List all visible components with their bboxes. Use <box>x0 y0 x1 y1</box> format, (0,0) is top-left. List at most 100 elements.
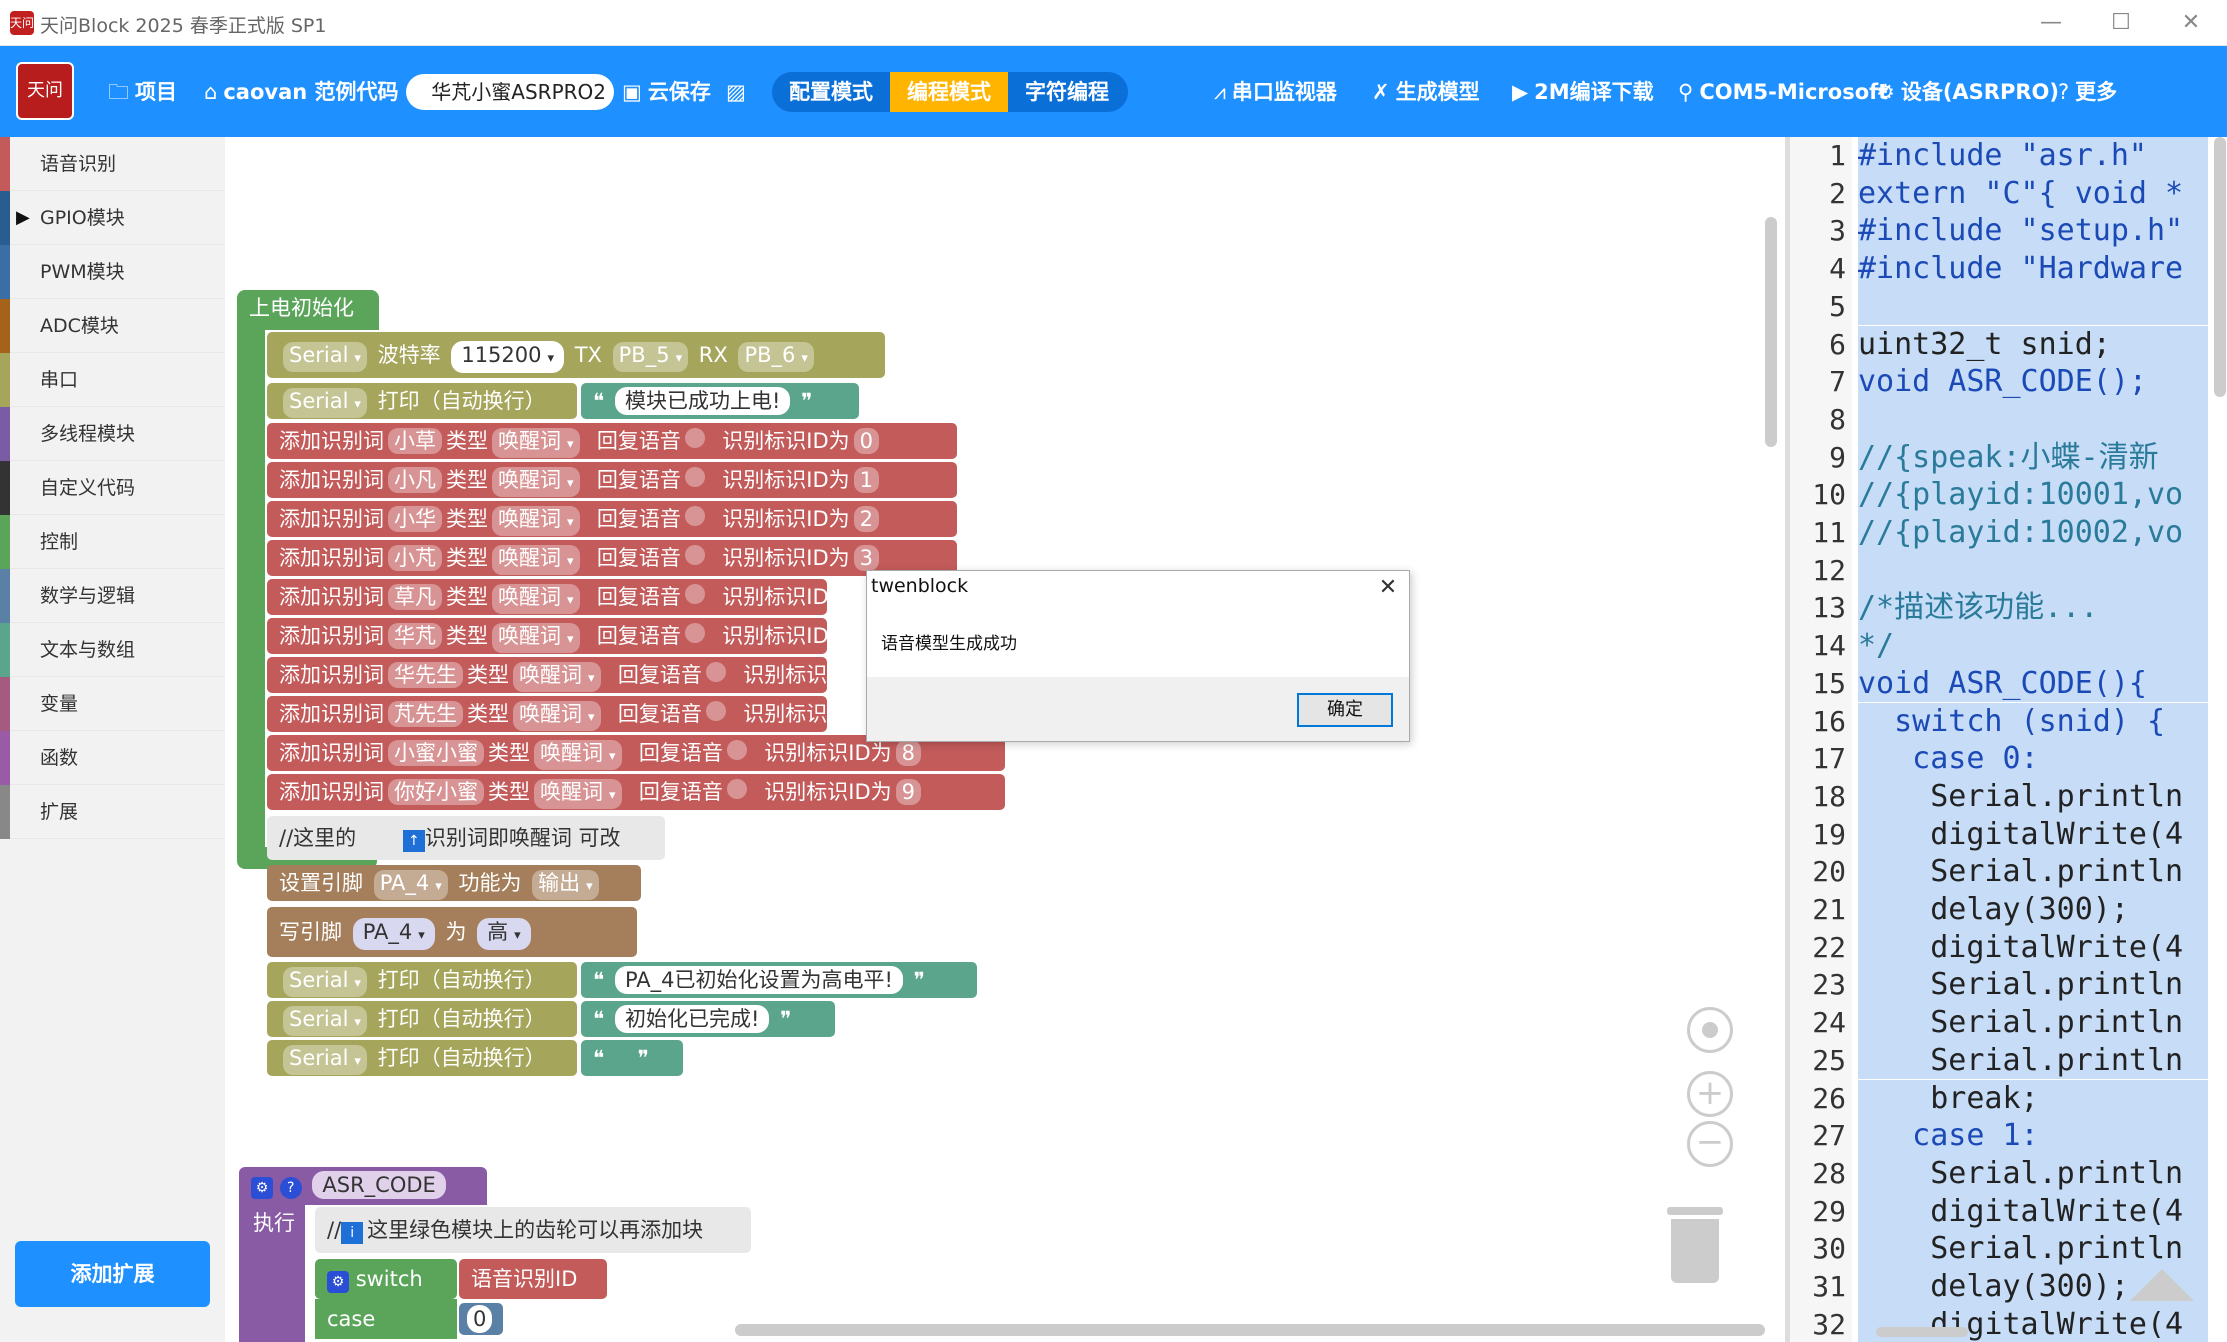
word-field[interactable]: 华先生 <box>388 662 463 688</box>
add-word-block[interactable]: 添加识别词 小芃 类型 唤醒词 ▾ 回复语音 识别标识ID为 3 <box>267 540 957 576</box>
asr-code-function-block[interactable]: ⚙ ? ASR_CODE <box>239 1167 487 1205</box>
type-dropdown[interactable]: 唤醒词 ▾ <box>492 584 580 614</box>
code-line[interactable]: case 0: <box>1858 740 2208 778</box>
code-line[interactable] <box>1858 551 2208 590</box>
maximize-button[interactable]: ☐ <box>2096 6 2146 40</box>
write-pin-block[interactable]: 写引脚 PA_4 ▾ 为 高 ▾ <box>267 907 637 957</box>
id-field[interactable]: 1 <box>853 467 879 493</box>
reply-field[interactable] <box>684 467 705 487</box>
add-word-block[interactable]: 添加识别词芃先生类型唤醒词▾ 回复语音 识别标识ID为7 <box>267 696 900 732</box>
sidebar-item-10[interactable]: 变量 <box>0 677 225 731</box>
id-field[interactable]: 3 <box>853 545 879 571</box>
recenter-icon[interactable] <box>1687 1007 1733 1053</box>
code-line[interactable]: #include "Hardware <box>1858 250 2208 288</box>
id-field[interactable]: 0 <box>853 428 879 454</box>
add-word-block[interactable]: 添加识别词 你好小蜜 类型 唤醒词 ▾ 回复语音 识别标识ID为 9 <box>267 774 1005 810</box>
generate-model-button[interactable]: ✗ 生成模型 <box>1372 72 1480 112</box>
code-line[interactable]: //{speak:小蝶-清新 <box>1858 438 2208 477</box>
reply-field[interactable] <box>705 701 726 721</box>
add-word-block[interactable]: 添加识别词草凡类型唤醒词▾ 回复语音 识别标识ID为4 <box>267 579 879 615</box>
gear-icon[interactable]: ⚙ <box>327 1271 349 1293</box>
case-value[interactable]: 0 <box>467 1305 493 1333</box>
rx-dropdown[interactable]: PB_6 ▾ <box>738 342 814 372</box>
dialog-ok-button[interactable]: 确定 <box>1297 693 1393 727</box>
add-word-block[interactable]: 添加识别词 小草 类型 唤醒词 ▾ 回复语音 识别标识ID为 0 <box>267 423 957 459</box>
type-dropdown[interactable]: 唤醒词 ▾ <box>513 701 601 731</box>
sidebar-item-11[interactable]: 函数 <box>0 731 225 785</box>
word-field[interactable]: 小草 <box>388 428 442 454</box>
reply-field[interactable] <box>684 623 705 643</box>
project-menu-button[interactable]: 🗀 项目 <box>108 72 177 112</box>
mode-config[interactable]: 配置模式 <box>772 72 890 112</box>
baud-dropdown[interactable]: 115200 ▾ <box>451 341 565 373</box>
code-line[interactable]: case 1: <box>1858 1117 2208 1155</box>
dialog-close-button[interactable]: ✕ <box>1371 573 1405 603</box>
type-dropdown[interactable]: 唤醒词 ▾ <box>492 467 580 497</box>
id-field[interactable]: 2 <box>853 506 879 532</box>
text-value[interactable]: 初始化已完成! <box>614 1005 770 1033</box>
sidebar-item-5[interactable]: 多线程模块 <box>0 407 225 461</box>
example-code-button[interactable]: ⌂ caovan 范例代码 <box>204 72 399 112</box>
reply-field[interactable] <box>726 740 747 760</box>
asr-id-block[interactable]: 语音识别ID <box>459 1259 607 1299</box>
code-line[interactable]: Serial.println <box>1858 966 2208 1005</box>
code-line[interactable] <box>1858 400 2208 439</box>
code-line[interactable]: extern "C"{ void * <box>1858 174 2208 213</box>
sidebar-item-12[interactable]: 扩展 <box>0 785 225 839</box>
reply-field[interactable] <box>684 506 705 526</box>
switch-block[interactable]: ⚙ switch <box>315 1259 457 1299</box>
code-line[interactable]: uint32_t snid; <box>1858 325 2208 364</box>
trash-icon[interactable] <box>1667 1207 1723 1283</box>
sidebar-item-2[interactable]: PWM模块 <box>0 245 225 299</box>
setup-hat-block[interactable]: 上电初始化 <box>237 290 379 330</box>
level-dropdown[interactable]: 高 ▾ <box>477 918 531 950</box>
word-field[interactable]: 小华 <box>388 506 442 532</box>
comment-block[interactable]: //这里的 ↑ 识别词即唤醒词 可改 <box>267 816 665 860</box>
word-field[interactable]: 你好小蜜 <box>388 779 484 805</box>
code-line[interactable]: //{playid:10001,vo <box>1858 476 2208 514</box>
code-line[interactable]: #include "asr.h" <box>1858 137 2208 175</box>
more-button[interactable]: ? 更多 <box>2058 72 2117 112</box>
cloud-save-button[interactable]: ▣ 云保存 <box>622 72 711 112</box>
sidebar-item-3[interactable]: ADC模块 <box>0 299 225 353</box>
code-line[interactable]: break; <box>1858 1079 2208 1118</box>
help-icon[interactable]: ? <box>279 1177 302 1199</box>
code-line[interactable]: //{playid:10002,vo <box>1858 514 2208 552</box>
word-field[interactable]: 草凡 <box>388 584 442 610</box>
text-block[interactable]: ❝ 模块已成功上电! ❞ <box>581 383 859 419</box>
type-dropdown[interactable]: 唤醒词 ▾ <box>492 545 580 575</box>
code-line[interactable]: Serial.println <box>1858 853 2208 891</box>
code-line[interactable]: delay(300); <box>1858 891 2208 929</box>
pin-value-dropdown[interactable]: PA_4 ▾ <box>352 918 435 950</box>
screenshot-button[interactable]: ▨ <box>726 72 752 112</box>
add-word-block[interactable]: 添加识别词华芃类型唤醒词▾ 回复语音 识别标识ID为5 <box>267 618 879 654</box>
function-name-field[interactable]: ASR_CODE <box>312 1171 446 1199</box>
scroll-to-top-icon[interactable] <box>2130 1269 2194 1301</box>
vertical-scrollbar[interactable] <box>1765 217 1777 447</box>
tx-dropdown[interactable]: PB_5 ▾ <box>612 342 689 372</box>
device-button[interactable]: ⚙ 设备(ASRPRO) <box>1876 72 2059 112</box>
code-line[interactable]: digitalWrite(4 <box>1858 1192 2208 1231</box>
code-line[interactable]: Serial.println <box>1858 777 2208 816</box>
code-line[interactable]: #include "setup.h" <box>1858 212 2208 251</box>
text-block-empty[interactable]: ❝ ❞ <box>581 1040 683 1076</box>
serial-dropdown[interactable]: Serial ▾ <box>283 388 367 418</box>
minimize-button[interactable]: — <box>2026 6 2076 40</box>
word-field[interactable]: 芃先生 <box>388 701 463 727</box>
code-line[interactable]: switch (snid) { <box>1858 702 2208 741</box>
serial-begin-block[interactable]: Serial ▾ 波特率 115200 ▾ TX PB_5 ▾ RX PB_6 ▾ <box>267 332 885 378</box>
type-dropdown[interactable]: 唤醒词 ▾ <box>492 506 580 536</box>
serial-print-block[interactable]: Serial ▾ 打印（自动换行） <box>267 1001 577 1037</box>
add-word-block[interactable]: 添加识别词 小凡 类型 唤醒词 ▾ 回复语音 识别标识ID为 1 <box>267 462 957 498</box>
text-value[interactable]: PA_4已初始化设置为高电平! <box>614 966 903 994</box>
code-line[interactable]: */ <box>1858 627 2208 665</box>
text-block[interactable]: ❝ PA_4已初始化设置为高电平! ❞ <box>581 962 977 998</box>
func-dropdown[interactable]: 输出 ▾ <box>532 870 599 900</box>
serial-dropdown[interactable]: Serial ▾ <box>283 967 367 997</box>
zoom-out-icon[interactable]: − <box>1687 1121 1733 1167</box>
code-line[interactable]: digitalWrite(4 <box>1858 815 2208 854</box>
type-dropdown[interactable]: 唤醒词 ▾ <box>534 740 622 770</box>
code-line[interactable]: digitalWrite(4 <box>1858 928 2208 967</box>
id-field[interactable]: 9 <box>895 779 921 805</box>
reply-field[interactable] <box>684 545 705 565</box>
